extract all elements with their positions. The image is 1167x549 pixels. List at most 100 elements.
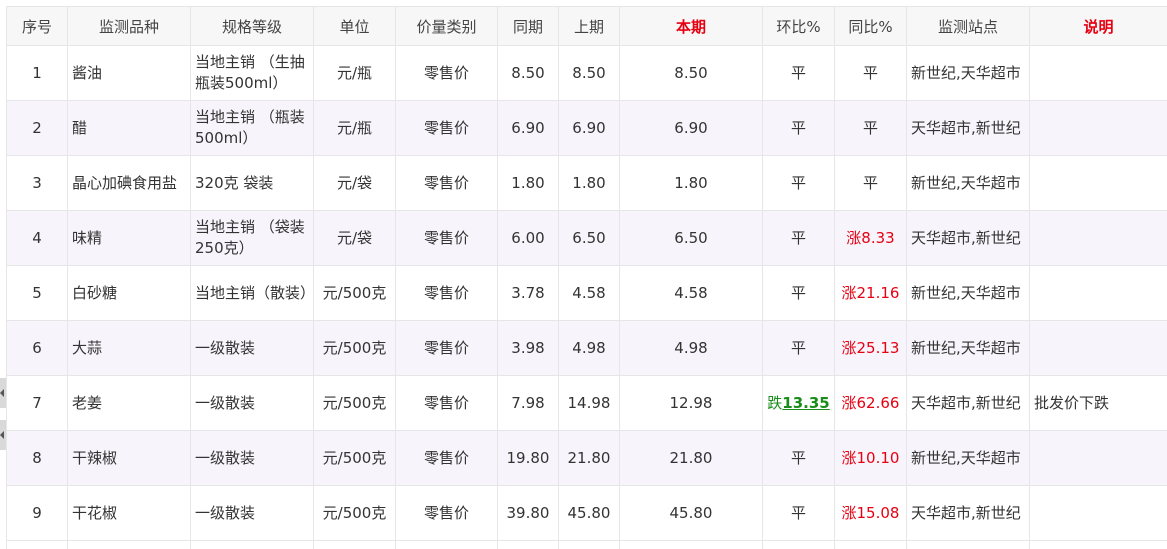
cell-spec-text: 一级散装 — [195, 394, 255, 412]
cell-spec-text: 一级散装 — [195, 339, 255, 357]
empty-cell — [191, 541, 314, 549]
cell-note: 批发价下跌 — [1030, 376, 1167, 431]
cell-year-on-year-text: 涨21.16 — [842, 284, 900, 302]
cell-no: 7 — [7, 376, 68, 431]
cell-name-text: 白砂糖 — [72, 284, 117, 302]
cell-kind-text: 零售价 — [424, 394, 469, 412]
cell-station-text: 天华超市,新世纪 — [911, 394, 1021, 412]
cell-spec-text: 当地主销 （生抽瓶装500ml） — [195, 53, 305, 92]
cell-name: 干花椒 — [68, 486, 191, 541]
cell-station-text: 天华超市,新世纪 — [911, 504, 1021, 522]
cell-kind-text: 零售价 — [424, 339, 469, 357]
cell-name-text: 干花椒 — [72, 504, 117, 522]
cell-same-period: 6.90 — [498, 101, 559, 156]
cell-unit-text: 元/袋 — [337, 174, 372, 192]
cell-unit: 元/袋 — [314, 211, 396, 266]
fall-indicator: 跌13.35 — [767, 394, 829, 412]
cell-year-on-year: 涨8.33 — [835, 211, 907, 266]
cell-note — [1030, 211, 1167, 266]
header-station: 监测站点 — [907, 7, 1030, 46]
cell-kind: 零售价 — [396, 211, 498, 266]
empty-cell — [7, 541, 68, 549]
cell-same-period-text: 7.98 — [511, 394, 544, 412]
cell-station: 天华超市,新世纪 — [907, 211, 1030, 266]
cell-kind: 零售价 — [396, 486, 498, 541]
cell-name-text: 味精 — [72, 229, 102, 247]
cell-kind: 零售价 — [396, 101, 498, 156]
empty-cell — [396, 541, 498, 549]
cell-previous-period-text: 45.80 — [568, 504, 611, 522]
cell-station: 新世纪,天华超市 — [907, 431, 1030, 486]
cell-month-on-month: 平 — [763, 431, 835, 486]
empty-cell — [68, 541, 191, 549]
cell-month-on-month-text: 平 — [791, 119, 806, 137]
cell-station-text: 新世纪,天华超市 — [911, 64, 1021, 82]
cell-station: 新世纪,天华超市 — [907, 321, 1030, 376]
cell-no: 2 — [7, 101, 68, 156]
cell-same-period: 3.78 — [498, 266, 559, 321]
cell-same-period: 1.80 — [498, 156, 559, 211]
header-same-period: 同期 — [498, 7, 559, 46]
fall-value-link[interactable]: 13.35 — [782, 394, 829, 412]
cell-current-period: 1.80 — [620, 156, 763, 211]
cell-current-period: 4.98 — [620, 321, 763, 376]
cell-current-period-text: 4.98 — [674, 339, 707, 357]
cell-note — [1030, 46, 1167, 101]
cell-current-period-text: 21.80 — [670, 449, 713, 467]
cell-current-period: 12.98 — [620, 376, 763, 431]
cell-same-period-text: 3.78 — [511, 284, 544, 302]
cell-no: 5 — [7, 266, 68, 321]
cell-name: 味精 — [68, 211, 191, 266]
cell-current-period-text: 6.90 — [674, 119, 707, 137]
cell-name-text: 醋 — [72, 119, 87, 137]
price-monitor-table: 序号 监测品种 规格等级 单位 价量类别 同期 上期 本期 环比% 同比% 监测… — [6, 6, 1167, 549]
cell-month-on-month: 平 — [763, 321, 835, 376]
cell-name-text: 老姜 — [72, 394, 102, 412]
cell-unit-text: 元/500克 — [323, 284, 387, 302]
cell-spec: 当地主销 （瓶装500ml） — [191, 101, 314, 156]
cell-note — [1030, 156, 1167, 211]
cell-month-on-month: 平 — [763, 156, 835, 211]
cell-station: 新世纪,天华超市 — [907, 46, 1030, 101]
cell-month-on-month: 平 — [763, 211, 835, 266]
header-month-on-month: 环比% — [763, 7, 835, 46]
cell-same-period-text: 6.00 — [511, 229, 544, 247]
cell-year-on-year-text: 平 — [863, 119, 878, 137]
cell-unit: 元/袋 — [314, 156, 396, 211]
cell-year-on-year: 涨25.13 — [835, 321, 907, 376]
cell-unit-text: 元/袋 — [337, 229, 372, 247]
cell-kind-text: 零售价 — [424, 504, 469, 522]
cell-same-period-text: 3.98 — [511, 339, 544, 357]
cell-month-on-month-text: 平 — [791, 229, 806, 247]
cell-note — [1030, 486, 1167, 541]
cell-no: 9 — [7, 486, 68, 541]
price-monitor-table-container: 序号 监测品种 规格等级 单位 价量类别 同期 上期 本期 环比% 同比% 监测… — [6, 6, 1167, 549]
cell-kind: 零售价 — [396, 156, 498, 211]
cell-previous-period-text: 4.98 — [572, 339, 605, 357]
cell-year-on-year-text: 平 — [863, 174, 878, 192]
cell-year-on-year-text: 平 — [863, 64, 878, 82]
cell-month-on-month-text: 平 — [791, 64, 806, 82]
table-row: 4味精当地主销 （袋装250克）元/袋零售价6.006.506.50平涨8.33… — [7, 211, 1167, 266]
header-note: 说明 — [1030, 7, 1167, 46]
header-year-on-year: 同比% — [835, 7, 907, 46]
cell-year-on-year: 涨10.10 — [835, 431, 907, 486]
cell-spec-text: 一级散装 — [195, 449, 255, 467]
cell-note — [1030, 431, 1167, 486]
cell-kind-text: 零售价 — [424, 64, 469, 82]
cell-name-text: 干辣椒 — [72, 449, 117, 467]
cell-unit: 元/瓶 — [314, 101, 396, 156]
cell-station-text: 天华超市,新世纪 — [911, 229, 1021, 247]
cell-year-on-year: 平 — [835, 46, 907, 101]
cell-unit-text: 元/500克 — [323, 339, 387, 357]
cell-month-on-month-text: 平 — [791, 174, 806, 192]
empty-cell — [763, 541, 835, 549]
header-spec: 规格等级 — [191, 7, 314, 46]
cell-kind: 零售价 — [396, 431, 498, 486]
cell-no-text: 8 — [32, 449, 42, 467]
empty-cell — [835, 541, 907, 549]
cell-no: 3 — [7, 156, 68, 211]
chevron-left-icon — [0, 389, 4, 397]
cell-current-period: 21.80 — [620, 431, 763, 486]
cell-current-period: 4.58 — [620, 266, 763, 321]
